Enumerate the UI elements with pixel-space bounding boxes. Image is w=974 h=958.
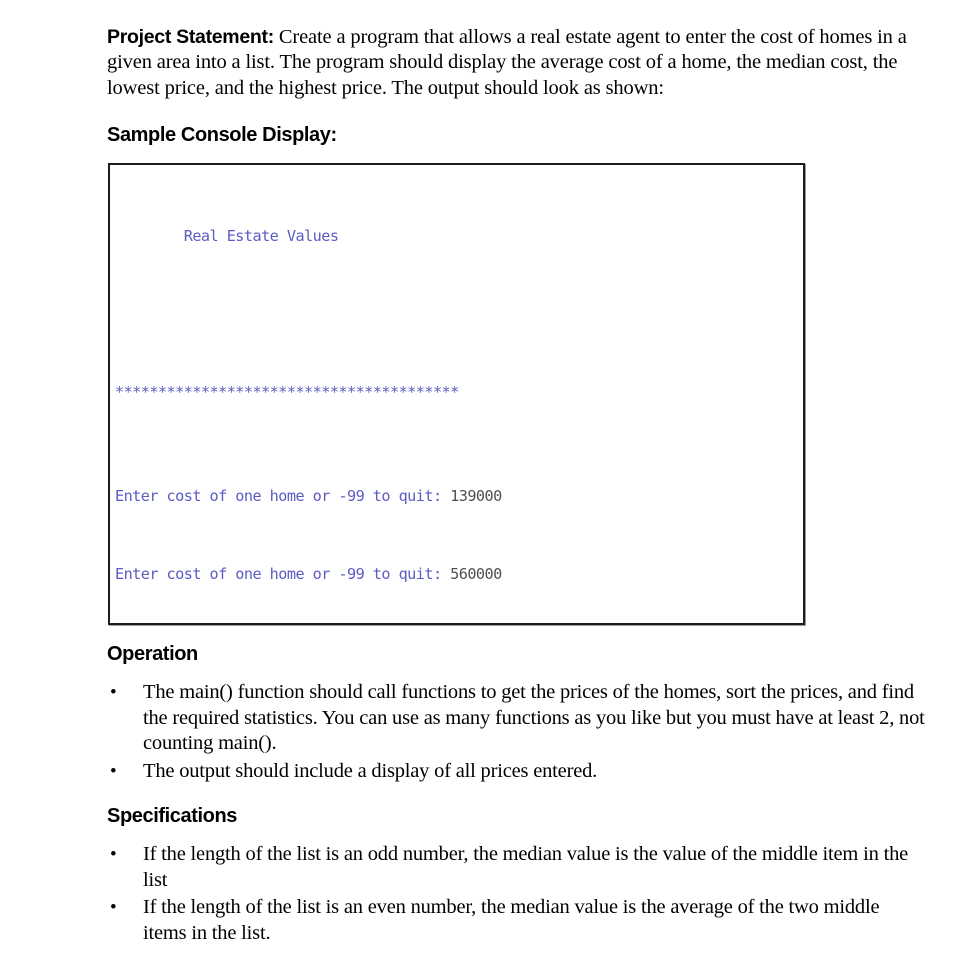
specifications-bullet-1: If the length of the list is an odd numb… [143, 843, 909, 891]
console-separator-line-1: **************************************** [115, 383, 459, 401]
console-title-line: Real Estate Values [115, 227, 339, 245]
console-prompt-label-1: Enter cost of one home or -99 to quit: [115, 487, 451, 505]
console-entered-value-2: 560000 [450, 565, 502, 583]
specifications-heading: Specifications [107, 805, 237, 827]
list-item: • If the length of the list is an odd nu… [107, 842, 925, 893]
bullet-dot-icon: • [110, 760, 117, 782]
project-statement-label: Project Statement: [107, 25, 274, 48]
list-item: • The main() function should call functi… [107, 680, 925, 757]
sample-console-display-heading: Sample Console Display: [107, 124, 337, 146]
console-entered-value-1: 139000 [450, 487, 502, 505]
bullet-dot-icon: • [110, 682, 117, 703]
console-clipped-top-line: -- -- -- -- [110, 165, 803, 169]
console-prompt-label-2: Enter cost of one home or -99 to quit: [115, 565, 451, 583]
sample-console-output-box: -- -- -- -- Real Estate Values *********… [108, 163, 805, 625]
project-statement-paragraph: Project Statement: Create a program that… [107, 25, 919, 102]
list-item: • The output should include a display of… [107, 759, 925, 785]
document-page: Project Statement: Create a program that… [0, 0, 974, 958]
operation-bullet-2: The output should include a display of a… [143, 759, 598, 782]
specifications-bullet-2: If the length of the list is an even num… [143, 896, 880, 944]
console-prompt-row: Enter cost of one home or -99 to quit: 5… [115, 561, 803, 587]
bullet-dot-icon: • [110, 844, 117, 865]
operation-heading: Operation [107, 643, 198, 665]
console-inner: -- -- -- -- Real Estate Values *********… [110, 165, 803, 623]
operation-bullet-1: The main() function should call function… [143, 681, 925, 754]
operation-bullet-list: • The main() function should call functi… [107, 680, 925, 786]
list-item: • If the length of the list is an even n… [107, 895, 925, 946]
specifications-bullet-list: • If the length of the list is an odd nu… [107, 842, 925, 948]
bullet-dot-icon: • [110, 897, 117, 918]
console-prompt-row: Enter cost of one home or -99 to quit: 1… [115, 483, 803, 509]
console-line-list: Real Estate Values *********************… [115, 171, 803, 623]
